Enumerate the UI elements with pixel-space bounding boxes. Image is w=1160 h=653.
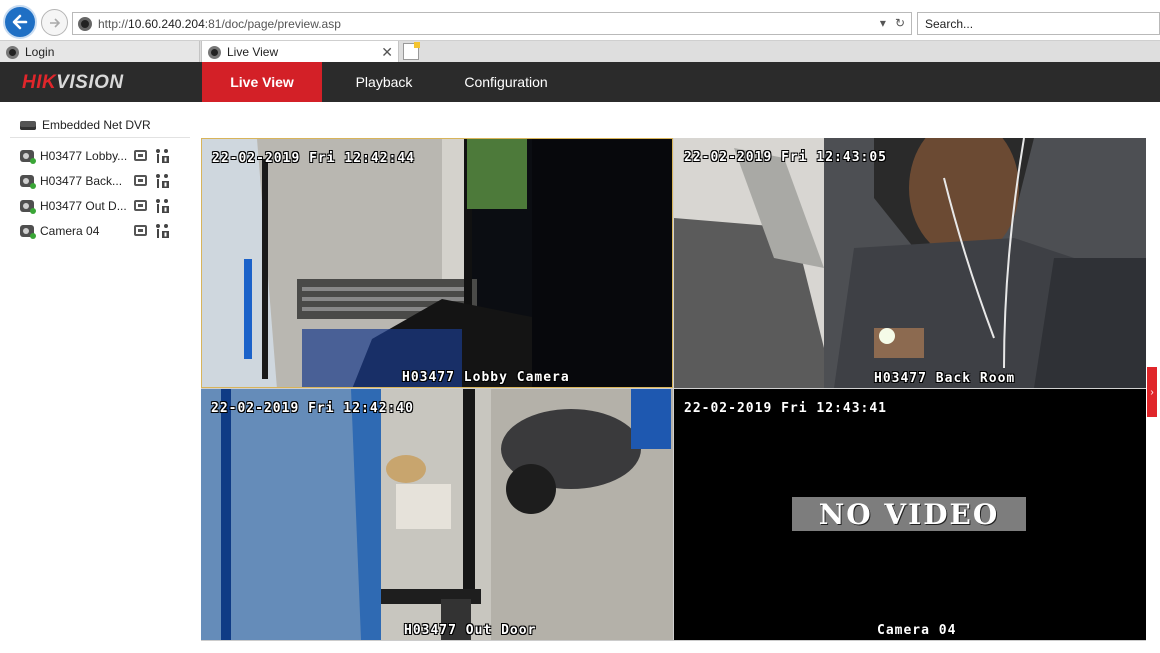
url-prefix: http:// <box>98 16 129 31</box>
nav-configuration[interactable]: Configuration <box>452 62 560 102</box>
device-node[interactable]: Embedded Net DVR <box>20 116 151 134</box>
camera-label: H03477 Lobby... <box>40 149 128 163</box>
url-host: 10.60.240.204 <box>128 16 205 31</box>
tab-login-label: Login <box>25 45 55 59</box>
osd-timestamp: 22-02-2019 Fri 12:43:05 <box>684 150 888 165</box>
camera-label: Camera 04 <box>40 224 100 238</box>
nav-playback[interactable]: Playback <box>336 62 432 102</box>
stream-settings-icon[interactable] <box>154 148 170 164</box>
video-tile-2[interactable]: 22-02-2019 Fri 12:43:05 H03477 Back Room <box>674 138 1146 388</box>
camera-icon <box>20 175 36 189</box>
hikvision-favicon-icon <box>6 45 19 59</box>
record-icon[interactable] <box>134 225 147 236</box>
hikvision-logo: HIKVISION <box>22 72 124 93</box>
toolbar-strip <box>201 640 1146 653</box>
osd-camera-name: H03477 Out Door <box>404 623 537 638</box>
osd-camera-name: Camera 04 <box>877 623 957 638</box>
tab-login[interactable]: Login <box>0 41 200 63</box>
no-video-banner: NO VIDEO <box>792 497 1026 531</box>
record-icon[interactable] <box>134 175 147 186</box>
search-input[interactable]: Search... <box>917 12 1160 35</box>
stream-settings-icon[interactable] <box>154 173 170 189</box>
refresh-icon[interactable]: ↻ <box>895 16 905 30</box>
expand-panel-button[interactable]: › <box>1147 367 1157 417</box>
osd-timestamp: 22-02-2019 Fri 12:42:40 <box>211 401 415 416</box>
camera-icon <box>20 150 36 164</box>
video-feed-lobby <box>202 139 672 387</box>
osd-camera-name: H03477 Lobby Camera <box>402 370 570 385</box>
camera-node-1[interactable]: H03477 Lobby... <box>20 147 180 165</box>
record-icon[interactable] <box>134 200 147 211</box>
back-arrow-icon <box>12 14 28 30</box>
tab-live-view-label: Live View <box>227 45 279 59</box>
camera-icon <box>20 200 36 214</box>
url-path: :81/doc/page/preview.asp <box>204 16 341 31</box>
stream-settings-icon[interactable] <box>154 223 170 239</box>
live-view-grid: 22-02-2019 Fri 12:42:44 H03477 Lobby Cam… <box>201 138 1146 640</box>
browser-address-row: http://10.60.240.204:81/doc/page/preview… <box>0 0 1160 40</box>
browser-tab-row: Login Live View ✕ <box>0 40 1160 63</box>
video-tile-3[interactable]: 22-02-2019 Fri 12:42:40 H03477 Out Door <box>201 389 673 640</box>
camera-label: H03477 Back... <box>40 174 123 188</box>
camera-icon <box>20 225 36 239</box>
camera-label: H03477 Out D... <box>40 199 127 213</box>
video-feed-back-room <box>674 138 1146 388</box>
close-tab-icon[interactable]: ✕ <box>381 44 393 61</box>
device-label: Embedded Net DVR <box>42 118 151 132</box>
new-tab-button[interactable] <box>403 42 420 60</box>
dropdown-icon[interactable]: ▾ <box>880 16 886 30</box>
forward-button[interactable] <box>41 9 68 36</box>
dvr-icon <box>20 120 36 130</box>
device-sidebar: Embedded Net DVR H03477 Lobby... H03477 … <box>0 102 192 653</box>
tab-live-view[interactable]: Live View ✕ <box>201 41 399 63</box>
stream-settings-icon[interactable] <box>154 198 170 214</box>
osd-timestamp: 22-02-2019 Fri 12:43:41 <box>684 401 888 416</box>
address-bar[interactable]: http://10.60.240.204:81/doc/page/preview… <box>72 12 912 35</box>
camera-node-4[interactable]: Camera 04 <box>20 222 180 240</box>
app-header: HIKVISION Live View Playback Configurati… <box>0 62 1160 102</box>
osd-camera-name: H03477 Back Room <box>874 371 1016 386</box>
video-tile-1[interactable]: 22-02-2019 Fri 12:42:44 H03477 Lobby Cam… <box>201 138 673 388</box>
divider <box>10 137 190 138</box>
nav-live-view[interactable]: Live View <box>202 62 322 102</box>
site-icon <box>78 16 92 31</box>
forward-arrow-icon <box>49 17 60 28</box>
hikvision-favicon-icon <box>208 45 221 59</box>
video-tile-4[interactable]: 22-02-2019 Fri 12:43:41 NO VIDEO Camera … <box>674 389 1146 640</box>
video-feed-out-door <box>201 389 673 640</box>
camera-node-3[interactable]: H03477 Out D... <box>20 197 180 215</box>
osd-timestamp: 22-02-2019 Fri 12:42:44 <box>212 151 416 166</box>
chevron-right-icon: › <box>1150 386 1154 398</box>
camera-node-2[interactable]: H03477 Back... <box>20 172 180 190</box>
back-button[interactable] <box>3 5 37 39</box>
record-icon[interactable] <box>134 150 147 161</box>
